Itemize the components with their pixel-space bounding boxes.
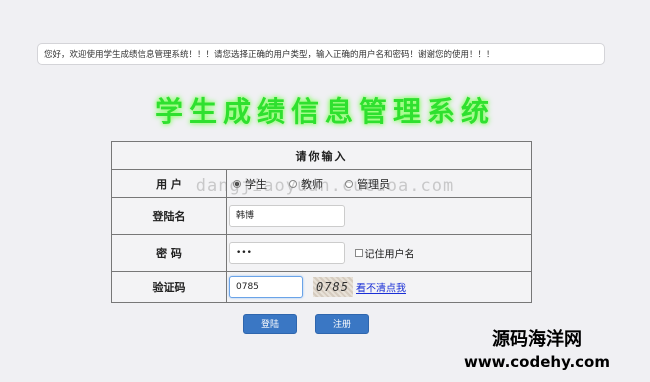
radio-teacher-label: 教师: [301, 177, 323, 191]
remember-label: 记住用户名: [364, 249, 415, 261]
branding-name: 源码海洋网: [491, 329, 582, 350]
welcome-message: 您好，欢迎使用学生成绩信息管理系统！！！请您选择正确的用户类型，输入正确的用户名…: [37, 43, 605, 65]
password-input[interactable]: •••: [229, 242, 345, 264]
radio-student-label: 学生: [245, 177, 267, 191]
password-cell: ••• 记住用户名: [226, 234, 532, 272]
register-button[interactable]: 注册: [315, 314, 369, 334]
user-type-options: 学生 教师 管理员: [226, 169, 532, 198]
login-form: 请你输入 用 户 学生 教师 管理员 登陆名 韩博 密 码 ••• 记住用户名 …: [111, 141, 532, 303]
radio-admin-label: 管理员: [357, 177, 390, 191]
username-cell: 韩博: [226, 197, 532, 235]
radio-student-button[interactable]: [233, 179, 241, 188]
site-branding: 源码海洋网 www.codehy.com: [464, 329, 610, 373]
remember-checkbox[interactable]: [354, 249, 363, 257]
login-button[interactable]: 登陆: [243, 314, 297, 334]
form-header: 请你输入: [111, 141, 532, 170]
radio-teacher-button[interactable]: [289, 179, 297, 188]
branding-url: www.codehy.com: [463, 353, 610, 371]
radio-teacher[interactable]: 教师: [289, 176, 323, 192]
captcha-image[interactable]: 0785: [312, 277, 353, 297]
username-input[interactable]: 韩博: [229, 205, 345, 227]
radio-admin[interactable]: 管理员: [345, 176, 390, 192]
radio-admin-button[interactable]: [345, 179, 353, 188]
captcha-input[interactable]: 0785: [229, 276, 303, 298]
user-type-label: 用 户: [111, 169, 227, 198]
captcha-refresh-link[interactable]: 看不清点我: [356, 284, 406, 295]
captcha-label: 验证码: [111, 271, 227, 303]
radio-student[interactable]: 学生: [233, 176, 267, 192]
page-title: 学生成绩信息管理系统: [154, 95, 495, 128]
captcha-cell: 0785 0785 看不清点我: [226, 271, 532, 303]
username-label: 登陆名: [111, 197, 227, 235]
password-label: 密 码: [111, 234, 227, 272]
